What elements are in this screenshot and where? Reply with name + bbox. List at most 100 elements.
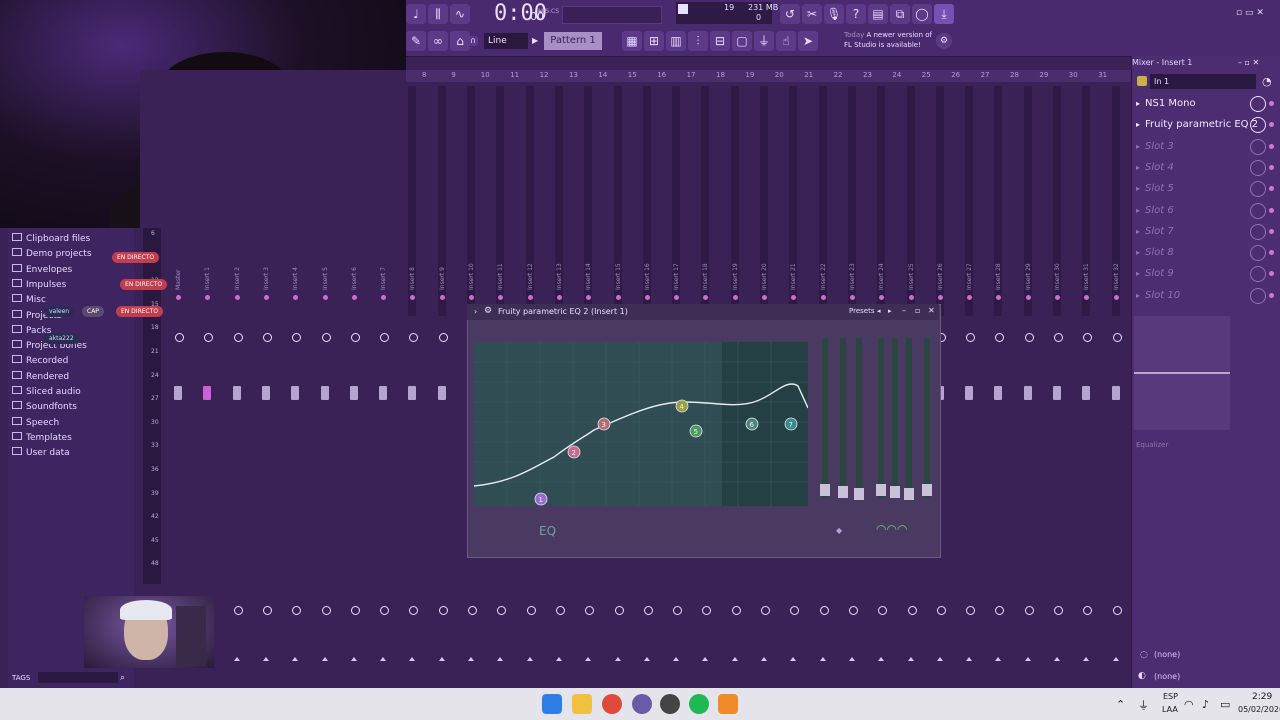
insert-label[interactable]: Insert 5	[322, 250, 329, 290]
effect-slot[interactable]: ▸ Slot 4	[1134, 158, 1274, 178]
browser-item[interactable]: User data	[12, 447, 70, 458]
browser-item[interactable]: Speech	[12, 416, 59, 428]
pan-knob[interactable]	[175, 333, 184, 342]
volume-fader[interactable]	[174, 386, 182, 400]
send-knob[interactable]	[585, 606, 595, 615]
volume-fader[interactable]	[291, 386, 300, 400]
route-pin[interactable]	[1055, 295, 1060, 300]
stereo-separation-icon[interactable]	[643, 657, 650, 661]
slot-enable-dot[interactable]	[1269, 228, 1274, 234]
effect-slot[interactable]: ▸ Slot 10	[1134, 286, 1274, 306]
pan-knob[interactable]	[262, 333, 272, 342]
route-pin[interactable]	[234, 295, 240, 300]
pan-knob[interactable]	[409, 333, 419, 342]
stereo-separation-icon[interactable]	[350, 657, 357, 661]
volume-fader[interactable]	[1082, 386, 1091, 400]
send-knob[interactable]	[262, 606, 272, 615]
slot-arrow-icon[interactable]: ▸	[1136, 201, 1140, 221]
stereo-separation-icon[interactable]	[585, 657, 592, 661]
insert-label[interactable]: Insert 21	[790, 250, 797, 290]
slot-enable-dot[interactable]	[1269, 207, 1274, 213]
stereo-separation-icon[interactable]	[995, 657, 1002, 661]
insert-label[interactable]: Insert 13	[556, 250, 563, 290]
mic-tray-icon[interactable]: ⏚	[1138, 697, 1149, 713]
obs-icon[interactable]	[660, 694, 680, 714]
insert-label[interactable]: Insert 2	[234, 250, 241, 290]
insert-eq-graph[interactable]	[1134, 316, 1230, 430]
browser-item[interactable]: Impulses	[12, 278, 66, 290]
route-pin[interactable]	[937, 295, 943, 300]
slot-mix-knob[interactable]	[1250, 96, 1266, 112]
volume-fader[interactable]	[379, 386, 388, 400]
send-knob[interactable]	[878, 606, 888, 615]
send-knob[interactable]	[321, 606, 331, 615]
eq-band-fader[interactable]	[856, 338, 862, 498]
volume-fader[interactable]	[408, 386, 417, 400]
volume-fader[interactable]	[349, 386, 358, 400]
send-knob[interactable]	[1083, 606, 1093, 615]
send-knob[interactable]	[731, 606, 741, 615]
slot-mix-knob[interactable]	[1250, 181, 1266, 198]
slot-enable-dot[interactable]	[1269, 101, 1274, 106]
browser-item[interactable]: Templates	[12, 431, 72, 443]
route-pin[interactable]	[556, 295, 562, 300]
route-pin[interactable]	[469, 295, 474, 300]
send-knob[interactable]	[936, 606, 946, 615]
route-pin[interactable]	[644, 295, 650, 300]
stereo-separation-icon[interactable]	[1083, 657, 1090, 661]
pan-knob[interactable]	[438, 333, 448, 342]
pan-knob[interactable]	[1083, 333, 1093, 342]
stereo-separation-icon[interactable]	[790, 657, 797, 661]
stereo-separation-icon[interactable]	[438, 657, 445, 661]
eq-band-fader[interactable]	[906, 338, 912, 498]
send-knob[interactable]	[995, 606, 1005, 615]
send-knob[interactable]	[438, 606, 448, 615]
route-pin[interactable]	[322, 295, 328, 300]
send-knob[interactable]	[350, 606, 360, 615]
pan-knob[interactable]	[380, 333, 390, 342]
browser-item[interactable]: Envelopes	[12, 263, 72, 275]
route-pin[interactable]	[1113, 295, 1119, 300]
pan-knob[interactable]	[350, 333, 360, 342]
volume-icon[interactable]: ♪	[1202, 698, 1209, 711]
insert-label[interactable]: Insert 14	[585, 250, 592, 290]
insert-label[interactable]: Insert 30	[1054, 250, 1061, 290]
eq-graph[interactable]: 1 2 3 4 5 6 7	[473, 342, 809, 506]
eq-fader-handle[interactable]	[904, 488, 914, 500]
preset-prev-icon[interactable]: ◂	[877, 307, 881, 315]
insert-label[interactable]: Insert 7	[380, 250, 387, 290]
input-select[interactable]: In 1	[1150, 74, 1256, 89]
browser-search[interactable]	[38, 672, 118, 683]
send-knob[interactable]	[1054, 606, 1063, 615]
eq-band-knobs[interactable]: ◠◠◠	[876, 522, 907, 536]
insert-label[interactable]: Insert 11	[497, 250, 504, 290]
stereo-separation-icon[interactable]	[614, 657, 621, 661]
insert-label[interactable]: Master	[175, 250, 182, 291]
stereo-separation-icon[interactable]	[292, 657, 299, 661]
effect-slot[interactable]: ▸ Slot 8	[1134, 243, 1274, 263]
eq-band-fader[interactable]	[892, 338, 898, 498]
browser-item[interactable]: Demo projects	[12, 248, 92, 259]
slot-enable-dot[interactable]	[1269, 250, 1274, 256]
insert-label[interactable]: Insert 26	[937, 250, 944, 290]
browser-item[interactable]: Sliced audio	[12, 386, 81, 397]
slot-enable-dot[interactable]	[1269, 122, 1274, 128]
stereo-separation-icon[interactable]	[555, 657, 562, 661]
pan-knob[interactable]	[204, 333, 214, 342]
slot-mix-knob[interactable]	[1250, 117, 1266, 134]
eq-band-fader[interactable]	[822, 338, 828, 498]
minimize-icon[interactable]: –	[902, 306, 906, 315]
volume-fader[interactable]	[1023, 386, 1032, 400]
route-pin[interactable]	[1025, 295, 1031, 300]
stereo-separation-icon[interactable]	[262, 657, 269, 661]
insert-label[interactable]: Insert 17	[673, 250, 680, 290]
file-explorer-icon[interactable]	[572, 694, 592, 714]
route-pin[interactable]	[615, 295, 621, 300]
send-knob[interactable]	[555, 606, 565, 615]
stereo-separation-icon[interactable]	[673, 657, 680, 661]
slot-mix-knob[interactable]	[1250, 287, 1266, 304]
slot-mix-knob[interactable]	[1250, 138, 1266, 155]
maximize-icon[interactable]: ▫	[915, 306, 920, 315]
pan-knob[interactable]	[995, 333, 1005, 342]
slot-mix-knob[interactable]	[1250, 245, 1266, 262]
